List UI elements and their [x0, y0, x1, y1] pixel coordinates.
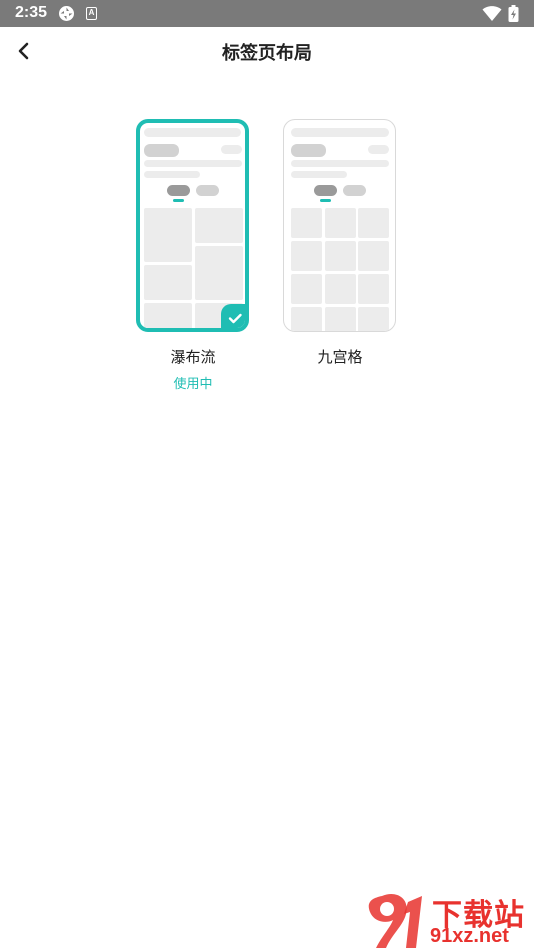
preview-tab-active: [167, 185, 190, 196]
layout-option-waterfall[interactable]: 瀑布流 使用中: [136, 119, 250, 392]
preview-tile: [325, 241, 356, 271]
preview-tile: [358, 241, 389, 271]
check-icon: [228, 313, 242, 324]
status-bar: 2:35 A: [0, 0, 534, 27]
preview-line: [291, 171, 347, 178]
watermark: 下载站 91xz.net: [362, 890, 534, 950]
preview-tab-indicator: [173, 199, 184, 202]
preview-tab-indicator: [320, 199, 331, 202]
selected-badge: [221, 304, 245, 328]
watermark-url: 91xz.net: [430, 925, 509, 947]
preview-tile: [291, 274, 322, 304]
preview-tile: [144, 265, 192, 300]
preview-line: [291, 160, 389, 167]
app-notification-icon: A: [86, 7, 97, 20]
preview-action-block: [368, 145, 389, 154]
preview-tile: [325, 307, 356, 331]
preview-tab: [196, 185, 219, 196]
option-status: 使用中: [173, 377, 213, 392]
preview-title-block: [144, 144, 179, 157]
preview-tile: [144, 303, 192, 328]
preview-line: [144, 160, 242, 167]
preview-tile: [195, 208, 243, 243]
option-label: 瀑布流: [170, 348, 216, 366]
preview-tile: [291, 241, 322, 271]
preview-search-bar: [144, 128, 241, 137]
wifi-icon: [482, 6, 502, 21]
preview-tab: [343, 185, 366, 196]
status-time: 2:35: [15, 4, 48, 21]
preview-tile: [358, 274, 389, 304]
preview-tile: [358, 208, 389, 238]
layout-option-grid[interactable]: 九宫格: [283, 119, 397, 367]
preview-tile: [144, 208, 192, 262]
preview-tile: [325, 274, 356, 304]
battery-icon: [508, 5, 519, 22]
waterfall-preview[interactable]: [136, 119, 249, 332]
preview-tile: [195, 246, 243, 300]
preview-title-block: [291, 144, 326, 157]
watermark-logo-icon: [368, 894, 422, 948]
preview-action-block: [221, 145, 242, 154]
sync-icon: [59, 6, 74, 21]
preview-tile: [358, 307, 389, 331]
header: 标签页布局: [0, 27, 534, 77]
preview-tab-active: [314, 185, 337, 196]
preview-tile: [325, 208, 356, 238]
option-label: 九宫格: [317, 348, 363, 366]
preview-tile: [291, 307, 322, 331]
preview-tile: [291, 208, 322, 238]
preview-line: [144, 171, 200, 178]
preview-search-bar: [291, 128, 389, 137]
page-title: 标签页布局: [222, 43, 312, 64]
grid-preview[interactable]: [283, 119, 396, 332]
